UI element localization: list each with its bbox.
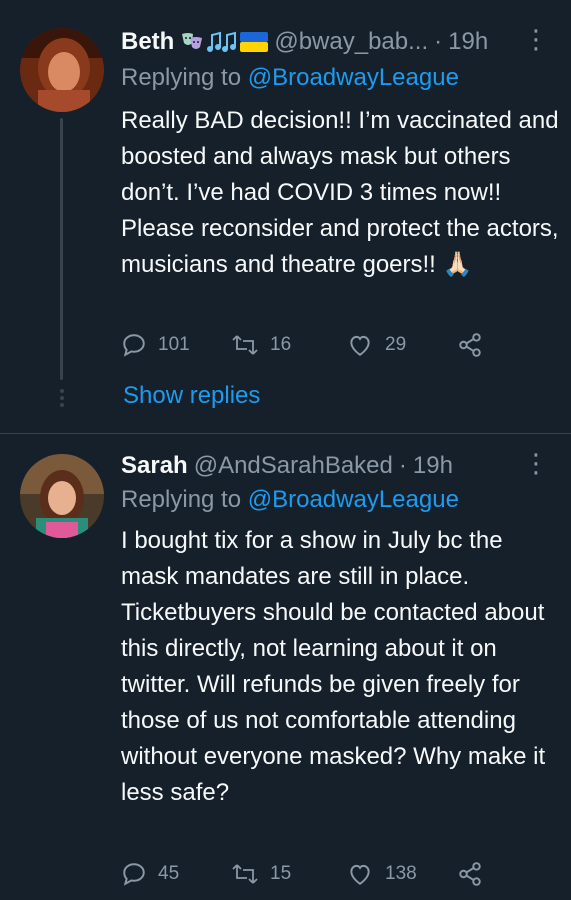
mention-link[interactable]: @BroadwayLeague: [248, 486, 459, 513]
reply-button[interactable]: 45: [121, 861, 179, 887]
separator-dot: ·: [398, 452, 407, 479]
handle[interactable]: @bway_bab...: [274, 28, 428, 56]
replying-to: Replying to @BroadwayLeague: [121, 486, 459, 514]
tweet-text: I bought tix for a show in July bc the m…: [121, 527, 546, 806]
tweet-text: Really BAD decision!! I’m vaccinated and…: [121, 107, 559, 278]
ukraine-flag-icon: [240, 32, 269, 52]
replying-to-label: Replying to: [121, 486, 242, 513]
mention-link[interactable]: @BroadwayLeague: [248, 64, 459, 91]
retweet-icon: [232, 335, 258, 355]
like-count: 29: [385, 334, 407, 355]
like-button[interactable]: 138: [346, 861, 417, 887]
tweet-actions: 101 16 29: [121, 332, 501, 362]
thread-continue-dots: [57, 389, 66, 410]
retweet-button[interactable]: 15: [231, 861, 291, 887]
timestamp[interactable]: 19h: [413, 452, 453, 480]
retweet-icon: [232, 864, 258, 884]
replying-to-label: Replying to: [121, 64, 242, 91]
more-options-icon[interactable]: ⋮: [523, 26, 549, 52]
tweet-header: Sarah @AndSarahBaked · 19h: [121, 448, 531, 484]
reply-button[interactable]: 101: [121, 332, 190, 358]
handle[interactable]: @AndSarahBaked: [194, 452, 393, 480]
musical-notes-icon: [207, 31, 237, 52]
timestamp[interactable]: 19h: [448, 28, 488, 56]
retweet-count: 16: [270, 334, 292, 355]
performing-arts-masks-icon: [182, 33, 203, 49]
like-button[interactable]: 29: [346, 332, 406, 358]
avatar-beth[interactable]: [20, 28, 104, 112]
tweet-header: Beth @bway_bab... · 19h: [121, 24, 531, 60]
heart-icon: [350, 864, 370, 885]
show-replies-link[interactable]: Show replies: [123, 382, 260, 410]
tweet-actions: 45 15 138: [121, 861, 501, 891]
share-icon: [459, 862, 481, 886]
display-name[interactable]: Beth: [121, 28, 174, 56]
retweet-button[interactable]: 16: [231, 332, 291, 358]
thread-line: [60, 118, 63, 380]
more-options-icon[interactable]: ⋮: [523, 450, 549, 476]
separator-dot: ·: [434, 28, 443, 55]
reply-count: 45: [158, 863, 180, 884]
like-count: 138: [385, 863, 417, 884]
display-name[interactable]: Sarah: [121, 452, 188, 480]
tweet-sarah[interactable]: Sarah @AndSarahBaked · 19h ⋮ Replying to…: [0, 434, 571, 900]
tweet-beth[interactable]: Beth @bway_bab... · 19h ⋮ Replying to @B…: [0, 0, 571, 433]
reply-icon: [123, 863, 145, 886]
reply-icon: [123, 334, 145, 357]
heart-icon: [350, 335, 370, 356]
name-badges: [180, 30, 269, 54]
share-button[interactable]: [457, 332, 494, 358]
retweet-count: 15: [270, 863, 292, 884]
replying-to: Replying to @BroadwayLeague: [121, 64, 459, 92]
share-button[interactable]: [457, 861, 494, 887]
reply-count: 101: [158, 334, 190, 355]
share-icon: [459, 333, 481, 357]
avatar-sarah[interactable]: [20, 454, 104, 538]
